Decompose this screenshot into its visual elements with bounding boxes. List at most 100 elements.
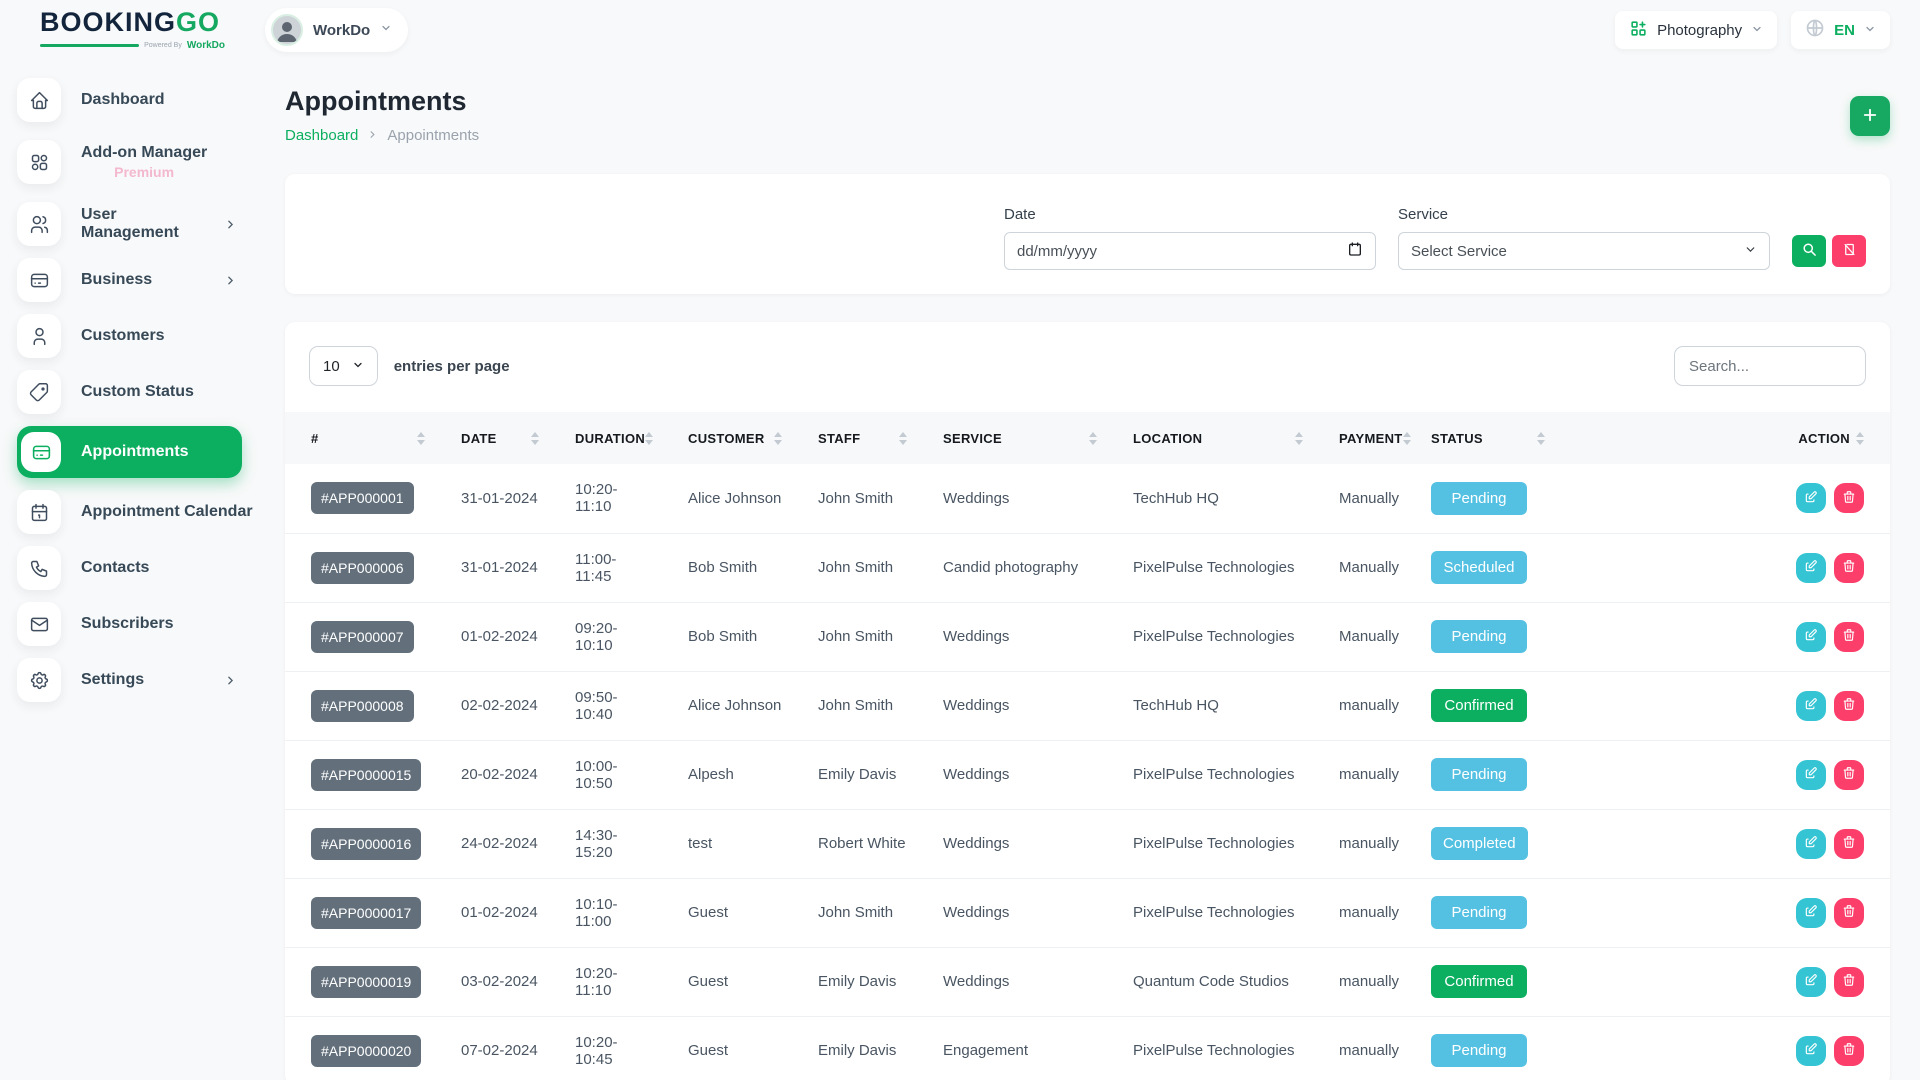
cell-location: TechHub HQ: [1107, 464, 1313, 533]
cell-date: 20-02-2024: [435, 740, 549, 809]
delete-appointment-button[interactable]: [1834, 898, 1864, 928]
column-header-staff[interactable]: STAFF: [792, 412, 917, 464]
edit-appointment-button[interactable]: [1796, 829, 1826, 859]
column-header-status[interactable]: STATUS: [1405, 412, 1555, 464]
edit-appointment-button[interactable]: [1796, 553, 1826, 583]
delete-appointment-button[interactable]: [1834, 967, 1864, 997]
service-select[interactable]: Select Service: [1398, 232, 1770, 270]
date-input[interactable]: dd/mm/yyyy: [1004, 232, 1376, 270]
sidebar-item-appointments[interactable]: Appointments: [17, 426, 242, 478]
powered-by-label: Powered By: [144, 42, 182, 49]
cell-location: Quantum Code Studios: [1107, 947, 1313, 1016]
sidebar-item-custom-status[interactable]: Custom Status: [17, 370, 265, 414]
workspace-dropdown[interactable]: WorkDo: [265, 8, 408, 52]
sort-icon[interactable]: [1537, 432, 1545, 445]
chevron-down-icon: [352, 358, 364, 375]
sidebar: Dashboard Add-on Manager Premium User Ma…: [0, 60, 265, 714]
trash-icon: [1842, 904, 1856, 921]
edit-appointment-button[interactable]: [1796, 691, 1826, 721]
cell-duration: 09:50-10:40: [549, 671, 662, 740]
trash-icon: [1842, 559, 1856, 576]
edit-icon: [1804, 490, 1818, 507]
add-appointment-button[interactable]: [1850, 96, 1890, 136]
cell-date: 07-02-2024: [435, 1016, 549, 1080]
column-header-location[interactable]: LOCATION: [1107, 412, 1313, 464]
clear-filter-button[interactable]: [1832, 235, 1866, 267]
column-header-customer[interactable]: CUSTOMER: [662, 412, 792, 464]
cell-location: PixelPulse Technologies: [1107, 878, 1313, 947]
cell-location: PixelPulse Technologies: [1107, 1016, 1313, 1080]
status-badge: Pending: [1431, 1034, 1527, 1067]
cell-payment: Manually: [1313, 602, 1405, 671]
table-row: #APP0000017 01-02-2024 10:10-11:00 Guest…: [285, 878, 1890, 947]
cell-payment: manually: [1313, 740, 1405, 809]
table-row: #APP000008 02-02-2024 09:50-10:40 Alice …: [285, 671, 1890, 740]
sort-icon[interactable]: [1295, 432, 1303, 445]
column-header-id[interactable]: #: [285, 412, 435, 464]
cell-customer: Bob Smith: [662, 533, 792, 602]
table-row: #APP0000015 20-02-2024 10:00-10:50 Alpes…: [285, 740, 1890, 809]
sidebar-item-settings[interactable]: Settings: [17, 658, 265, 702]
edit-appointment-button[interactable]: [1796, 622, 1826, 652]
cell-payment: Manually: [1313, 464, 1405, 533]
sort-icon[interactable]: [899, 432, 907, 445]
delete-appointment-button[interactable]: [1834, 553, 1864, 583]
sort-icon[interactable]: [531, 432, 539, 445]
trash-icon: [1842, 628, 1856, 645]
chevron-down-icon: [1744, 243, 1757, 260]
table-search-input[interactable]: [1674, 346, 1866, 386]
cell-staff: Robert White: [792, 809, 917, 878]
delete-appointment-button[interactable]: [1834, 691, 1864, 721]
sort-icon[interactable]: [774, 432, 782, 445]
sidebar-item-business[interactable]: Business: [17, 258, 265, 302]
logo-underline: [40, 44, 139, 47]
apply-filter-button[interactable]: [1792, 235, 1826, 267]
sort-icon[interactable]: [417, 432, 425, 445]
sort-icon[interactable]: [1089, 432, 1097, 445]
edit-appointment-button[interactable]: [1796, 967, 1826, 997]
edit-appointment-button[interactable]: [1796, 760, 1826, 790]
language-switcher-button[interactable]: EN: [1791, 11, 1890, 49]
sort-icon[interactable]: [645, 432, 653, 445]
sort-icon[interactable]: [1403, 432, 1411, 445]
sidebar-item-user-management[interactable]: User Management: [17, 202, 265, 246]
edit-appointment-button[interactable]: [1796, 898, 1826, 928]
column-header-duration[interactable]: DURATION: [549, 412, 662, 464]
appointment-id-badge: #APP000007: [311, 621, 414, 653]
sidebar-item-customers[interactable]: Customers: [17, 314, 265, 358]
calendar-picker-icon[interactable]: [1347, 241, 1363, 261]
sidebar-item-addon-manager[interactable]: Add-on Manager Premium: [17, 134, 265, 190]
delete-appointment-button[interactable]: [1834, 1036, 1864, 1066]
credit-card-icon: [17, 258, 61, 302]
cell-duration: 14:30-15:20: [549, 809, 662, 878]
edit-icon: [1804, 904, 1818, 921]
breadcrumb-dashboard-link[interactable]: Dashboard: [285, 127, 358, 144]
cell-staff: John Smith: [792, 878, 917, 947]
trash-icon: [1842, 766, 1856, 783]
cell-duration: 10:20-10:45: [549, 1016, 662, 1080]
entries-per-page-select[interactable]: 10: [309, 346, 378, 386]
sidebar-item-contacts[interactable]: Contacts: [17, 546, 265, 590]
delete-appointment-button[interactable]: [1834, 760, 1864, 790]
delete-appointment-button[interactable]: [1834, 622, 1864, 652]
module-switcher-button[interactable]: Photography: [1615, 11, 1777, 49]
sort-icon[interactable]: [1856, 432, 1864, 445]
sidebar-item-dashboard[interactable]: Dashboard: [17, 78, 265, 122]
chevron-right-icon: [224, 274, 237, 287]
sidebar-item-subscribers[interactable]: Subscribers: [17, 602, 265, 646]
edit-appointment-button[interactable]: [1796, 483, 1826, 513]
delete-appointment-button[interactable]: [1834, 829, 1864, 859]
sidebar-item-appointment-calendar[interactable]: Appointment Calendar: [17, 490, 265, 534]
cell-duration: 10:20-11:10: [549, 464, 662, 533]
cell-duration: 09:20-10:10: [549, 602, 662, 671]
column-header-payment[interactable]: PAYMENT: [1313, 412, 1405, 464]
trash-icon: [1842, 490, 1856, 507]
column-header-date[interactable]: DATE: [435, 412, 549, 464]
edit-icon: [1804, 766, 1818, 783]
edit-appointment-button[interactable]: [1796, 1036, 1826, 1066]
delete-appointment-button[interactable]: [1834, 483, 1864, 513]
column-header-action[interactable]: ACTION: [1760, 412, 1890, 464]
edit-icon: [1804, 835, 1818, 852]
column-header-service[interactable]: SERVICE: [917, 412, 1107, 464]
cell-service: Weddings: [917, 947, 1107, 1016]
